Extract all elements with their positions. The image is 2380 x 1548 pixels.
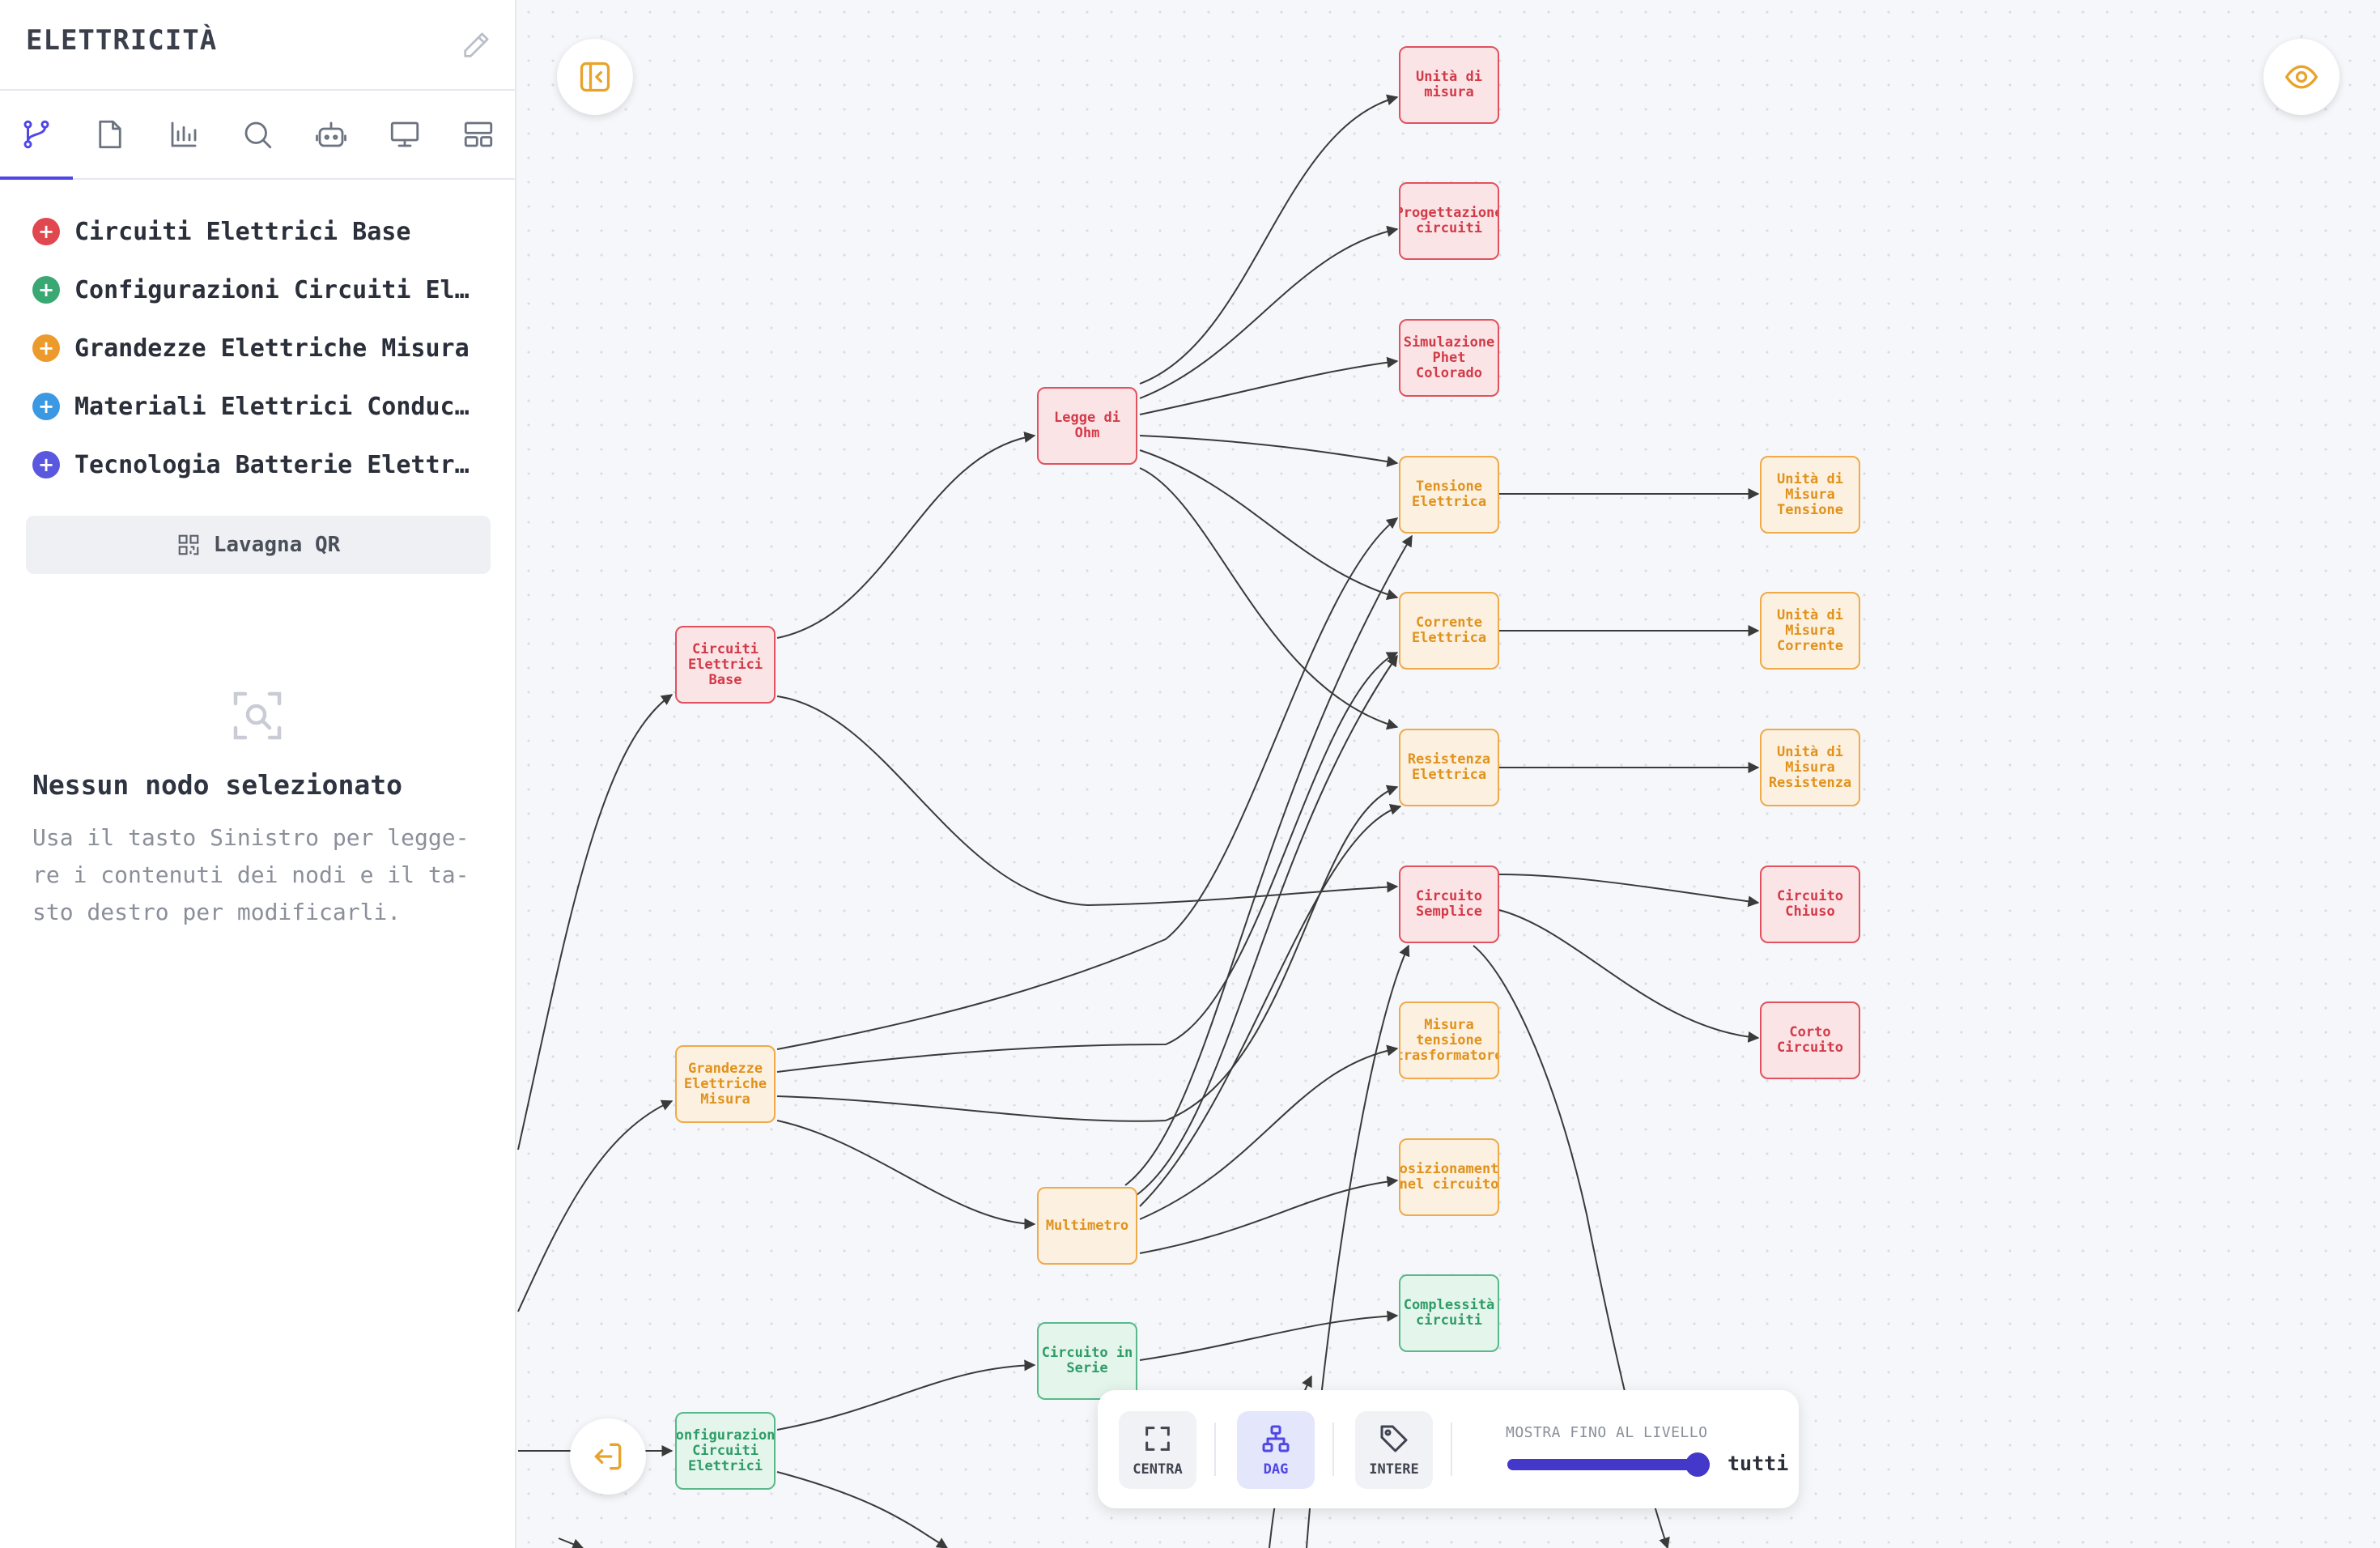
exit-button[interactable] [570, 1418, 646, 1495]
toolbar-divider [1451, 1423, 1452, 1476]
empty-state-title: Nessun nodo selezionato [32, 769, 402, 801]
node-legge-ohm[interactable]: Legge di Ohm [1037, 387, 1137, 465]
node-complessita[interactable]: Complessità circuiti [1399, 1274, 1499, 1352]
sidebar-header: ELETTRICITÀ [0, 0, 515, 91]
map-item-materiali[interactable]: + Materiali Elettrici Conducibilità [0, 377, 515, 436]
plus-icon: + [32, 334, 60, 362]
map-item-batterie[interactable]: + Tecnologia Batterie Elettriche [0, 436, 515, 494]
node-corrente-elettrica[interactable]: Corrente Elettrica [1399, 592, 1499, 670]
intere-button[interactable]: INTERE [1355, 1411, 1433, 1489]
node-corto-circuito[interactable]: Corto Circuito [1760, 1002, 1860, 1079]
node-posizionamento[interactable]: Posizionamento nel circuito [1399, 1138, 1499, 1216]
node-circuito-serie[interactable]: Circuito in Serie [1037, 1322, 1137, 1400]
graph-toolbar: CENTRA DAG INTERE MOSTRA FINO AL LIVELLO… [1098, 1390, 1799, 1508]
map-item-label: Materiali Elettrici Conducibilità [74, 392, 479, 421]
collapse-sidebar-button[interactable] [557, 39, 633, 115]
lavagna-qr-button[interactable]: Lavagna QR [26, 516, 491, 574]
tag-icon [1380, 1425, 1408, 1452]
layout-icon [464, 121, 493, 147]
map-item-grandezze[interactable]: + Grandezze Elettriche Misura [0, 319, 515, 377]
node-circuito-semplice[interactable]: Circuito Semplice [1399, 865, 1499, 943]
tab-search[interactable] [221, 91, 294, 178]
plus-icon: + [32, 451, 60, 478]
fullscreen-icon [1145, 1427, 1170, 1451]
lavagna-qr-label: Lavagna QR [213, 533, 341, 557]
map-item-circuiti-base[interactable]: + Circuiti Elettrici Base [0, 202, 515, 261]
search-icon [244, 121, 272, 149]
center-label: CENTRA [1133, 1461, 1183, 1478]
chart-icon [171, 121, 197, 147]
level-slider[interactable] [1507, 1452, 1710, 1477]
map-item-label: Configurazioni Circuiti Elettrici [74, 275, 479, 304]
document-icon [99, 120, 121, 149]
tab-layout[interactable] [442, 91, 515, 178]
map-title: ELETTRICITÀ [26, 24, 218, 57]
empty-state-text: Usa il tasto Sinistro per legge-re i con… [32, 824, 470, 925]
node-circuito-chiuso[interactable]: Circuito Chiuso [1760, 865, 1860, 943]
map-item-configurazioni[interactable]: + Configurazioni Circuiti Elettrici [0, 261, 515, 319]
presentation-icon [390, 121, 419, 147]
node-misura-tensione[interactable]: Misura tensione trasformatore [1399, 1002, 1499, 1079]
scan-search-icon [233, 691, 282, 740]
visibility-button[interactable] [2263, 39, 2340, 115]
pencil-icon[interactable] [460, 29, 492, 62]
center-button[interactable]: CENTRA [1119, 1411, 1196, 1489]
level-label: MOSTRA FINO AL LIVELLO [1506, 1424, 1708, 1441]
tab-document[interactable] [74, 91, 147, 178]
dag-button[interactable]: DAG [1237, 1411, 1315, 1489]
node-grandezze-elettriche[interactable]: Grandezze Elettriche Misura [675, 1045, 776, 1123]
tab-robot[interactable] [295, 91, 368, 178]
node-configurazioni[interactable]: Configurazioni Circuiti Elettrici [675, 1412, 776, 1490]
toolbar-divider [1332, 1423, 1334, 1476]
tab-branch[interactable] [0, 91, 73, 180]
robot-icon [316, 121, 346, 147]
branch-icon [23, 120, 49, 149]
level-slider-fill [1507, 1459, 1710, 1470]
toolbar-divider [1214, 1423, 1216, 1476]
intere-label: INTERE [1369, 1461, 1419, 1478]
node-simulazione[interactable]: Simulazione Phet Colorado [1399, 319, 1499, 397]
panel-collapse-icon [580, 62, 610, 92]
node-progettazione-circuiti[interactable]: Progettazione circuiti [1399, 182, 1499, 260]
map-item-label: Circuiti Elettrici Base [74, 217, 411, 246]
level-slider-thumb[interactable] [1685, 1452, 1710, 1477]
map-item-label: Grandezze Elettriche Misura [74, 334, 470, 363]
hierarchy-icon [1262, 1425, 1290, 1452]
level-value: tutti [1728, 1452, 1789, 1475]
map-list: + Circuiti Elettrici Base + Configurazio… [0, 202, 515, 494]
sidebar-tabs [0, 91, 515, 180]
plus-icon: + [32, 218, 60, 245]
qr-icon [178, 534, 199, 555]
tab-presentation[interactable] [368, 91, 441, 178]
tab-chart[interactable] [147, 91, 220, 178]
node-tensione-elettrica[interactable]: Tensione Elettrica [1399, 456, 1499, 534]
dag-label: DAG [1263, 1461, 1289, 1478]
node-um-resistenza[interactable]: Unità di Misura Resistenza [1760, 729, 1860, 806]
node-circuiti-elettrici-base[interactable]: Circuiti Elettrici Base [675, 626, 776, 704]
node-resistenza-elettrica[interactable]: Resistenza Elettrica [1399, 729, 1499, 806]
eye-icon [2284, 65, 2318, 89]
exit-icon [594, 1443, 622, 1470]
node-um-tensione[interactable]: Unità di Misura Tensione [1760, 456, 1860, 534]
plus-icon: + [32, 276, 60, 304]
plus-icon: + [32, 393, 60, 420]
sidebar: ELETTRICITÀ + Circuiti Elettrici Base + … [0, 0, 516, 1548]
node-um-corrente[interactable]: Unità di Misura Corrente [1760, 592, 1860, 670]
node-unita-misura[interactable]: Unità di misura [1399, 46, 1499, 124]
node-multimetro[interactable]: Multimetro [1037, 1187, 1137, 1265]
map-item-label: Tecnologia Batterie Elettriche [74, 450, 479, 479]
